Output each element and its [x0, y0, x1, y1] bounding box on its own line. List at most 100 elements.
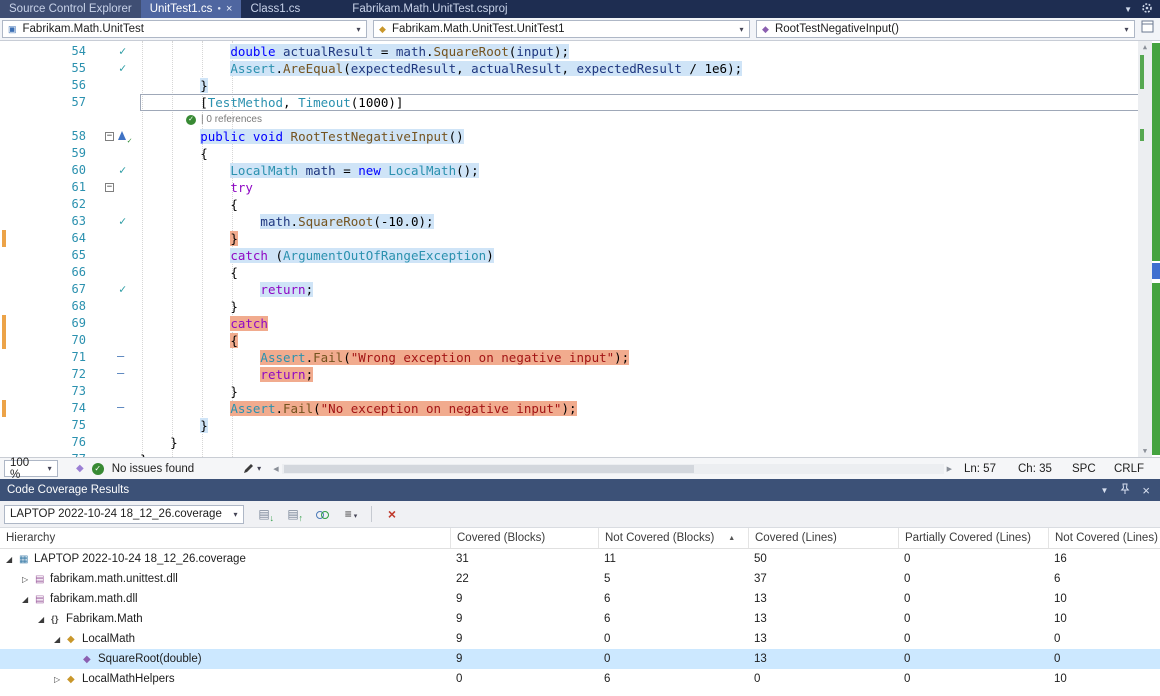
glyph-margin[interactable] — [90, 383, 140, 400]
glyph-margin[interactable]: ✓ — [90, 60, 140, 77]
gear-icon[interactable] — [1141, 2, 1153, 17]
glyph-margin[interactable] — [90, 247, 140, 264]
glyph-margin[interactable]: ✓ — [90, 213, 140, 230]
member-dropdown[interactable]: ◆ RootTestNegativeInput() ▾ — [756, 20, 1135, 38]
horizontal-scrollbar[interactable]: ◀ ▶ — [269, 464, 956, 474]
code-line[interactable]: 64 } — [0, 230, 1160, 247]
project-dropdown[interactable]: ▣ Fabrikam.Math.UnitTest ▾ — [2, 20, 367, 38]
glyph-margin[interactable] — [90, 111, 140, 128]
expander-icon[interactable]: ◢ — [6, 555, 19, 564]
glyph-margin[interactable] — [90, 94, 140, 111]
hscroll-thumb[interactable] — [284, 465, 694, 473]
code-text[interactable]: { — [140, 264, 1160, 281]
glyph-margin[interactable] — [90, 77, 140, 94]
coverage-row[interactable]: ▷◆LocalMathHelpers060010 — [0, 669, 1160, 689]
code-text[interactable]: math.SquareRoot(-10.0); — [140, 213, 1160, 230]
glyph-margin[interactable]: ✓ — [90, 281, 140, 298]
column-header-covered-lines[interactable]: Covered (Lines) — [748, 528, 898, 548]
glyph-margin[interactable] — [90, 230, 140, 247]
column-header-not-covered-lines[interactable]: Not Covered (Lines) — [1048, 528, 1160, 548]
code-text[interactable]: } — [140, 434, 1160, 451]
glyph-margin[interactable] — [90, 434, 140, 451]
code-line[interactable]: 66 { — [0, 264, 1160, 281]
glyph-margin[interactable]: −✓ — [90, 128, 140, 145]
glyph-margin[interactable] — [90, 264, 140, 281]
glyph-margin[interactable] — [90, 196, 140, 213]
export-results-icon[interactable]: ▤↑ — [284, 507, 302, 521]
column-header-covered-blocks[interactable]: Covered (Blocks) — [450, 528, 598, 548]
configure-columns-icon[interactable]: ≡▾ — [342, 507, 360, 521]
glyph-margin[interactable]: — — [90, 366, 140, 383]
collapse-box-icon[interactable]: − — [105, 132, 114, 141]
code-line[interactable]: 59 { — [0, 145, 1160, 162]
hscroll-track[interactable] — [282, 464, 944, 474]
glyph-margin[interactable] — [90, 298, 140, 315]
code-line[interactable]: 69 catch — [0, 315, 1160, 332]
glyph-margin[interactable] — [90, 145, 140, 162]
code-line[interactable]: 60✓ LocalMath math = new LocalMath(); — [0, 162, 1160, 179]
expander-icon[interactable]: ◢ — [38, 615, 51, 624]
code-line[interactable]: 72— return; — [0, 366, 1160, 383]
coverage-row[interactable]: ◢▦LAPTOP 2022-10-24 18_12_26.coverage311… — [0, 549, 1160, 569]
code-text[interactable]: Assert.AreEqual(expectedResult, actualRe… — [140, 60, 1160, 77]
coverage-row[interactable]: ◢◆LocalMath901300 — [0, 629, 1160, 649]
column-header-hierarchy[interactable]: Hierarchy — [0, 528, 450, 548]
tab-unittest1-cs[interactable]: UnitTest1.cs ● × — [141, 0, 242, 18]
tab-source-control-explorer[interactable]: Source Control Explorer — [0, 0, 141, 18]
code-line[interactable]: 67✓ return; — [0, 281, 1160, 298]
import-results-icon[interactable]: ▤↓ — [255, 507, 273, 521]
glyph-margin[interactable]: — — [90, 400, 140, 417]
show-coloring-icon[interactable] — [313, 507, 331, 521]
glyph-margin[interactable]: ✓ — [90, 43, 140, 60]
expander-icon[interactable]: ◢ — [54, 635, 67, 644]
code-line[interactable]: 63✓ math.SquareRoot(-10.0); — [0, 213, 1160, 230]
code-line[interactable]: 75 } — [0, 417, 1160, 434]
code-text[interactable]: return; — [140, 281, 1160, 298]
coverage-row[interactable]: ▷▤fabrikam.math.unittest.dll2253706 — [0, 569, 1160, 589]
vertical-scrollbar[interactable]: ▲ ▼ — [1138, 41, 1152, 457]
window-position-icon[interactable]: ▼ — [1100, 486, 1108, 495]
pen-icon[interactable]: ▾ — [242, 463, 261, 475]
close-icon[interactable]: × — [226, 3, 232, 15]
code-text[interactable]: } — [140, 298, 1160, 315]
code-line[interactable]: 62 { — [0, 196, 1160, 213]
codelens-references[interactable]: | 0 references — [201, 111, 262, 128]
coverage-row[interactable]: ◆SquareRoot(double)901300 — [0, 649, 1160, 669]
glyph-margin[interactable]: − — [90, 179, 140, 196]
glyph-margin[interactable] — [90, 417, 140, 434]
tab-csproj[interactable]: Fabrikam.Math.UnitTest.csproj — [343, 0, 516, 18]
code-text[interactable]: { — [140, 196, 1160, 213]
code-line[interactable]: 74— Assert.Fail("No exception on negativ… — [0, 400, 1160, 417]
code-line[interactable]: 70 { — [0, 332, 1160, 349]
plugin-icon[interactable]: ◆ — [76, 463, 84, 474]
code-line[interactable]: 73 } — [0, 383, 1160, 400]
expander-icon[interactable]: ◢ — [22, 595, 35, 604]
code-line[interactable]: 68 } — [0, 298, 1160, 315]
code-text[interactable]: { — [140, 332, 1160, 349]
coverage-row[interactable]: ◢{}Fabrikam.Math9613010 — [0, 609, 1160, 629]
code-line[interactable]: 77} — [0, 451, 1160, 457]
scroll-left-icon[interactable]: ◀ — [273, 465, 278, 473]
coverage-row[interactable]: ◢▤fabrikam.math.dll9613010 — [0, 589, 1160, 609]
code-text[interactable]: LocalMath math = new LocalMath(); — [140, 162, 1160, 179]
glyph-margin[interactable]: — — [90, 349, 140, 366]
glyph-margin[interactable] — [90, 451, 140, 457]
code-line[interactable]: 61− try — [0, 179, 1160, 196]
type-dropdown[interactable]: ◆ Fabrikam.Math.UnitTest.UnitTest1 ▾ — [373, 20, 750, 38]
tab-overflow-icon[interactable]: ▼ — [1124, 5, 1132, 14]
glyph-margin[interactable]: ✓ — [90, 162, 140, 179]
code-line[interactable]: 56 } — [0, 77, 1160, 94]
column-header-partially-covered-lines[interactable]: Partially Covered (Lines) — [898, 528, 1048, 548]
code-text[interactable]: } — [140, 417, 1160, 434]
column-header-not-covered-blocks[interactable]: Not Covered (Blocks) ▲ — [598, 528, 748, 548]
code-line[interactable]: 65 catch (ArgumentOutOfRangeException) — [0, 247, 1160, 264]
split-editor-icon[interactable] — [1141, 20, 1154, 38]
code-text[interactable]: } — [140, 230, 1160, 247]
code-text[interactable]: catch — [140, 315, 1160, 332]
tab-class1-cs[interactable]: Class1.cs — [241, 0, 309, 18]
code-text[interactable]: Assert.Fail("Wrong exception on negative… — [140, 349, 1160, 366]
code-text[interactable]: ✓| 0 references — [140, 111, 1160, 128]
remove-coverage-icon[interactable]: × — [383, 506, 401, 522]
code-text[interactable]: [TestMethod, Timeout(1000)] — [140, 94, 1160, 111]
code-text[interactable]: double actualResult = math.SquareRoot(in… — [140, 43, 1160, 60]
